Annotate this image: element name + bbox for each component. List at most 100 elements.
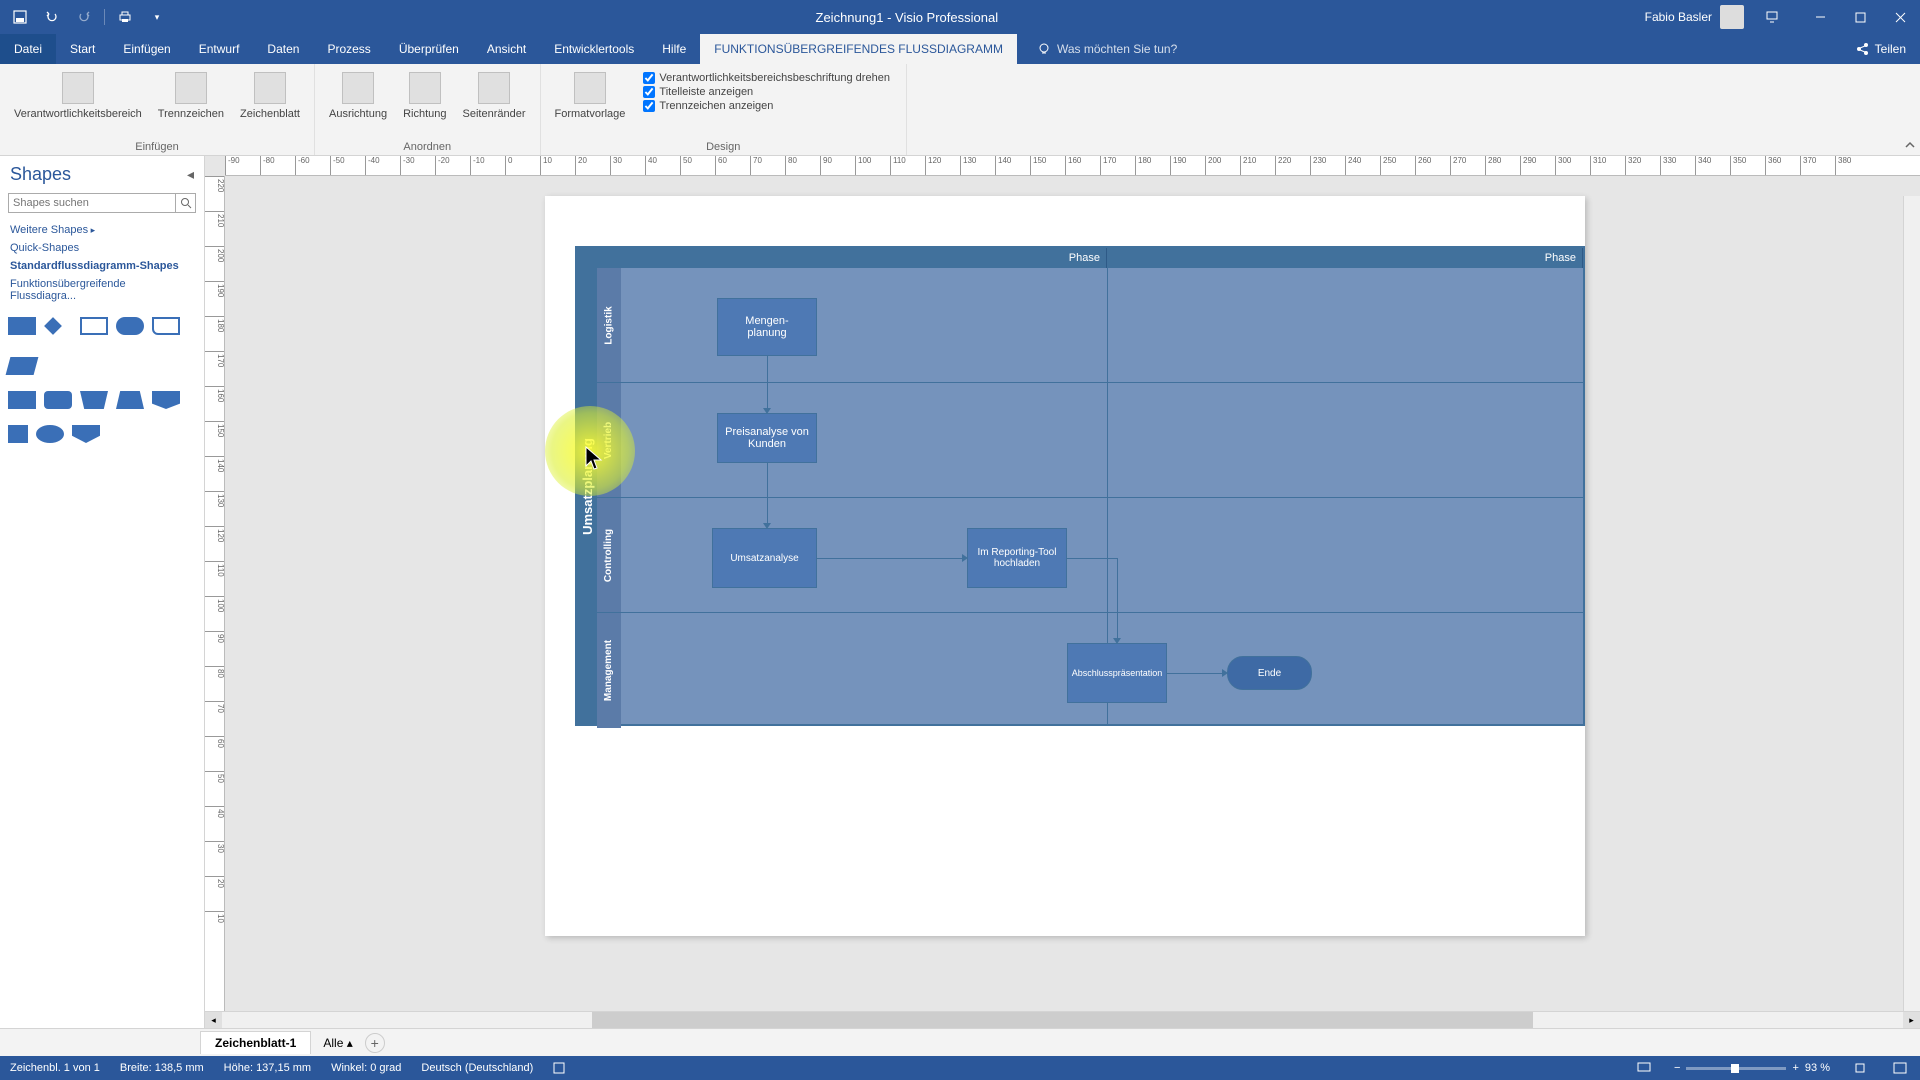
- connector[interactable]: [767, 356, 768, 408]
- swimlane-button[interactable]: Verantwortlichkeitsbereich: [8, 68, 148, 124]
- status-height: Höhe: 137,15 mm: [224, 1062, 311, 1074]
- shape-reporting[interactable]: Im Reporting-Tool hochladen: [967, 528, 1067, 588]
- connector[interactable]: [817, 558, 962, 559]
- vertical-scrollbar[interactable]: [1903, 196, 1920, 1011]
- shape-onpage[interactable]: [36, 425, 64, 443]
- minimize-button[interactable]: [1800, 0, 1840, 34]
- shape-process[interactable]: [8, 317, 36, 335]
- macro-record-icon[interactable]: [553, 1062, 565, 1074]
- separator-button[interactable]: Trennzeichen: [152, 68, 230, 124]
- fit-page-button[interactable]: [1850, 1060, 1870, 1076]
- undo-button[interactable]: [40, 5, 64, 29]
- shape-decision[interactable]: [44, 317, 72, 335]
- page-button[interactable]: Zeichenblatt: [234, 68, 306, 124]
- page-tab-1[interactable]: Zeichenblatt-1: [200, 1031, 311, 1054]
- tab-daten[interactable]: Daten: [253, 34, 313, 64]
- window-title: Zeichnung1 - Visio Professional: [177, 10, 1637, 25]
- group-label-anordnen: Anordnen: [403, 141, 451, 153]
- shape-proc2[interactable]: [8, 391, 36, 409]
- arrow-icon: [1113, 638, 1121, 644]
- save-button[interactable]: [8, 5, 32, 29]
- avatar[interactable]: [1720, 5, 1744, 29]
- fullscreen-button[interactable]: [1890, 1060, 1910, 1076]
- ribbon-options-button[interactable]: [1752, 0, 1792, 34]
- shapes-title: Shapes: [10, 164, 187, 185]
- tab-datei[interactable]: Datei: [0, 34, 56, 64]
- check-show-titlebar[interactable]: Titelleiste anzeigen: [643, 86, 890, 98]
- horizontal-scrollbar[interactable]: ◂ ▸: [205, 1011, 1920, 1028]
- tab-ueberpruefen[interactable]: Überprüfen: [385, 34, 473, 64]
- scroll-right-button[interactable]: ▸: [1903, 1012, 1920, 1029]
- tab-prozess[interactable]: Prozess: [313, 34, 384, 64]
- zoom-in-button[interactable]: +: [1792, 1062, 1798, 1074]
- shape-database[interactable]: [44, 391, 72, 409]
- search-icon: [180, 197, 192, 209]
- maximize-button[interactable]: [1840, 0, 1880, 34]
- zoom-slider[interactable]: [1686, 1067, 1786, 1070]
- tab-einfuegen[interactable]: Einfügen: [109, 34, 184, 64]
- share-button[interactable]: Teilen: [1841, 42, 1920, 56]
- connector[interactable]: [767, 463, 768, 523]
- shape-external[interactable]: [80, 391, 108, 409]
- zoom-level[interactable]: 93 %: [1805, 1062, 1830, 1074]
- qat-customize-icon[interactable]: ▾: [145, 5, 169, 29]
- shape-proc3[interactable]: [8, 425, 28, 443]
- margins-button[interactable]: Seitenränder: [457, 68, 532, 124]
- shapes-panel: Shapes ◂ Weitere Shapes Quick-Shapes Sta…: [0, 156, 205, 1028]
- quick-shapes-item[interactable]: Quick-Shapes: [8, 239, 196, 257]
- more-shapes-item[interactable]: Weitere Shapes: [8, 221, 196, 239]
- redo-button[interactable]: [72, 5, 96, 29]
- style-button[interactable]: Formatvorlage: [549, 68, 632, 124]
- shape-document[interactable]: [152, 317, 180, 335]
- shape-mengenplanung[interactable]: Mengen- planung: [717, 298, 817, 356]
- ribbon-group-einfuegen: Verantwortlichkeitsbereich Trennzeichen …: [0, 64, 315, 155]
- close-button[interactable]: [1880, 0, 1920, 34]
- shape-ende[interactable]: Ende: [1227, 656, 1312, 690]
- print-button[interactable]: [113, 5, 137, 29]
- shapes-search-input[interactable]: [8, 193, 176, 213]
- stencil-crossfunc[interactable]: Funktionsübergreifende Flussdiagra...: [8, 275, 196, 305]
- check-rotate-labels[interactable]: Verantwortlichkeitsbereichsbeschriftung …: [643, 72, 890, 84]
- phase-1[interactable]: Phase: [597, 248, 1107, 268]
- all-pages-button[interactable]: Alle ▴: [315, 1032, 360, 1054]
- phase-2[interactable]: Phase: [1107, 248, 1583, 268]
- shape-thumbnails: [0, 309, 204, 451]
- ribbon-group-anordnen: Ausrichtung Richtung Seitenränder Anordn…: [315, 64, 541, 155]
- shape-preisanalyse[interactable]: Preisanalyse von Kunden: [717, 413, 817, 463]
- tell-me-input[interactable]: [1057, 42, 1257, 56]
- tab-start[interactable]: Start: [56, 34, 109, 64]
- swimlane-title[interactable]: Umsatzplanung: [577, 248, 597, 724]
- tab-hilfe[interactable]: Hilfe: [648, 34, 700, 64]
- scroll-thumb[interactable]: [592, 1012, 1533, 1029]
- user-area: Fabio Basler: [1637, 0, 1800, 34]
- shapes-search-button[interactable]: [176, 193, 196, 213]
- connector[interactable]: [1067, 558, 1117, 559]
- connector[interactable]: [1117, 558, 1118, 638]
- shape-data[interactable]: [6, 357, 39, 375]
- zoom-out-button[interactable]: −: [1674, 1062, 1680, 1074]
- shape-umsatzanalyse[interactable]: Umsatzanalyse: [712, 528, 817, 588]
- tell-me-search[interactable]: [1037, 42, 1257, 56]
- shape-display[interactable]: [152, 391, 180, 409]
- direction-button[interactable]: Richtung: [397, 68, 452, 124]
- presentation-view-button[interactable]: [1634, 1060, 1654, 1076]
- connector[interactable]: [1167, 673, 1222, 674]
- shape-manual[interactable]: [116, 391, 144, 409]
- add-page-button[interactable]: +: [365, 1033, 385, 1053]
- shape-subprocess[interactable]: [80, 317, 108, 335]
- tab-entwurf[interactable]: Entwurf: [185, 34, 254, 64]
- canvas[interactable]: Umsatzplanung Phase Phase Logistik Vertr…: [225, 176, 1920, 1011]
- stencil-standard[interactable]: Standardflussdiagramm-Shapes: [8, 257, 196, 275]
- tab-ansicht[interactable]: Ansicht: [473, 34, 540, 64]
- tab-funktionsuebergreifend[interactable]: FUNKTIONSÜBERGREIFENDES FLUSSDIAGRAMM: [700, 34, 1017, 64]
- shape-terminator[interactable]: [116, 317, 144, 335]
- shape-abschluss[interactable]: Abschlusspräsentation: [1067, 643, 1167, 703]
- scroll-left-button[interactable]: ◂: [205, 1012, 222, 1029]
- orientation-button[interactable]: Ausrichtung: [323, 68, 393, 124]
- swimlane-container[interactable]: Umsatzplanung Phase Phase Logistik Vertr…: [575, 246, 1585, 726]
- collapse-ribbon-button[interactable]: [1904, 139, 1916, 151]
- shape-offpage[interactable]: [72, 425, 100, 443]
- check-show-separator[interactable]: Trennzeichen anzeigen: [643, 100, 890, 112]
- collapse-shapes-icon[interactable]: ◂: [187, 166, 194, 183]
- tab-entwicklertools[interactable]: Entwicklertools: [540, 34, 648, 64]
